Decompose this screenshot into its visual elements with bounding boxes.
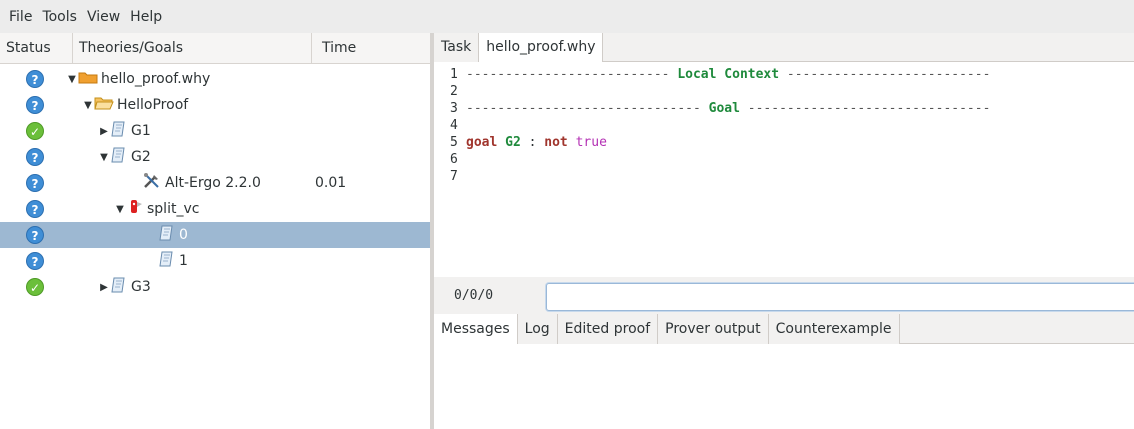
menu-help[interactable]: Help	[125, 9, 167, 25]
proof-tree-panel: Status Theories/Goals Time ? ▼ hello_proof…	[0, 33, 430, 429]
tree-node: 0	[146, 222, 188, 248]
command-bar: 0/0/0	[434, 280, 1134, 313]
scroll-icon	[110, 276, 128, 298]
tab-log[interactable]: Log	[517, 314, 558, 344]
messages-area[interactable]	[434, 344, 1134, 429]
menu-view[interactable]: View	[82, 9, 125, 25]
task-panel: Task hello_proof.why 1 ------------------…	[434, 33, 1134, 429]
unknown-status-icon: ?	[26, 200, 44, 218]
unknown-status-icon: ?	[26, 252, 44, 270]
line-number: 5	[450, 135, 458, 150]
column-header-status[interactable]: Status	[0, 33, 73, 64]
tree-row[interactable]: ? Alt-Ergo 2.2.0 0.01	[0, 170, 430, 196]
tree-node: ▼ hello_proof.why	[66, 66, 210, 92]
tree-node: ▼ G2	[98, 144, 151, 170]
code-line: 5 goal G2 : not true	[434, 134, 1134, 151]
tab-messages[interactable]: Messages	[434, 314, 518, 344]
tree-node-label: Alt-Ergo 2.2.0	[165, 175, 261, 191]
scroll-icon	[158, 250, 176, 272]
tree-node-label: G3	[131, 279, 151, 295]
tree-row[interactable]: ✓ ▶ G1	[0, 118, 430, 144]
unknown-status-icon: ?	[26, 226, 44, 244]
code-line: 7	[434, 168, 1134, 185]
tree-header: Status Theories/Goals Time	[0, 33, 430, 64]
menu-file[interactable]: File	[4, 9, 37, 25]
collapse-arrow-icon[interactable]: ▼	[82, 100, 94, 111]
tree-row[interactable]: ✓ ▶ G3	[0, 274, 430, 300]
tree-node-label: G1	[131, 123, 151, 139]
tree-node: 1	[146, 248, 188, 274]
tree-row[interactable]: ? ▼ hello_proof.why	[0, 66, 430, 92]
task-editor[interactable]: 1 -------------------------- Local Contex…	[434, 62, 1134, 277]
tree-node: ▶ G3	[98, 274, 151, 300]
line-number: 7	[450, 169, 458, 184]
tree-node-label: HelloProof	[117, 97, 189, 113]
expand-arrow-icon[interactable]: ▶	[98, 126, 110, 137]
line-number: 1	[450, 67, 458, 82]
code-text: goal G2 : not true	[466, 135, 607, 150]
goal-counter: 0/0/0	[454, 288, 494, 303]
line-number: 3	[450, 101, 458, 116]
tree-node-label: 0	[179, 227, 188, 243]
tree-node: Alt-Ergo 2.2.0	[130, 170, 261, 196]
line-number: 6	[450, 152, 458, 167]
knife-icon	[126, 198, 144, 220]
tree-row[interactable]: ? 1	[0, 248, 430, 274]
menu-tools[interactable]: Tools	[37, 9, 82, 25]
tab-task[interactable]: Task	[434, 33, 480, 62]
scroll-icon	[158, 224, 176, 246]
tree-row[interactable]: ? ▼ G2	[0, 144, 430, 170]
collapse-arrow-icon[interactable]: ▼	[66, 74, 78, 85]
scroll-icon	[110, 146, 128, 168]
unknown-status-icon: ?	[26, 70, 44, 88]
tab-prover-output[interactable]: Prover output	[658, 314, 769, 344]
code-text: ------------------------------ Goal ----…	[466, 101, 991, 116]
valid-status-icon: ✓	[26, 278, 44, 296]
bottom-tab-bar: Messages Log Edited proof Prover output …	[434, 314, 1134, 344]
tree-node-time: 0.01	[315, 175, 347, 191]
code-line: 1 -------------------------- Local Contex…	[434, 66, 1134, 83]
command-input[interactable]	[546, 283, 1134, 311]
tree-node-label: split_vc	[147, 201, 200, 217]
collapse-arrow-icon[interactable]: ▼	[98, 152, 110, 163]
unknown-status-icon: ?	[26, 96, 44, 114]
code-line: 2	[434, 83, 1134, 100]
tree-node-label: G2	[131, 149, 151, 165]
column-header-time[interactable]: Time	[312, 33, 430, 64]
top-tab-bar: Task hello_proof.why	[434, 33, 1134, 62]
line-number: 4	[450, 118, 458, 133]
unknown-status-icon: ?	[26, 174, 44, 192]
tree-row[interactable]: ? ▼ split_vc	[0, 196, 430, 222]
folder-icon	[78, 70, 98, 88]
open-folder-icon	[94, 96, 114, 114]
tree-row[interactable]: ? 0	[0, 222, 430, 248]
tools-icon	[142, 172, 162, 194]
code-line: 3 ------------------------------ Goal ---…	[434, 100, 1134, 117]
tab-hello-proof-file[interactable]: hello_proof.why	[479, 33, 604, 62]
tree-row[interactable]: ? ▼ HelloProof	[0, 92, 430, 118]
line-number: 2	[450, 84, 458, 99]
tree-node-label: hello_proof.why	[101, 71, 211, 87]
code-text: -------------------------- Local Context…	[466, 67, 991, 82]
collapse-arrow-icon[interactable]: ▼	[114, 204, 126, 215]
column-header-goals[interactable]: Theories/Goals	[73, 33, 312, 64]
code-line: 6	[434, 151, 1134, 168]
tab-edited-proof[interactable]: Edited proof	[557, 314, 659, 344]
tree-node: ▼ HelloProof	[82, 92, 188, 118]
expand-arrow-icon[interactable]: ▶	[98, 282, 110, 293]
unknown-status-icon: ?	[26, 148, 44, 166]
tab-counterexample[interactable]: Counterexample	[768, 314, 900, 344]
code-line: 4	[434, 117, 1134, 134]
menu-bar: File Tools View Help	[0, 0, 1134, 33]
valid-status-icon: ✓	[26, 122, 44, 140]
tree-node: ▼ split_vc	[114, 196, 199, 222]
tree-node: ▶ G1	[98, 118, 151, 144]
tree-node-label: 1	[179, 253, 188, 269]
scroll-icon	[110, 120, 128, 142]
